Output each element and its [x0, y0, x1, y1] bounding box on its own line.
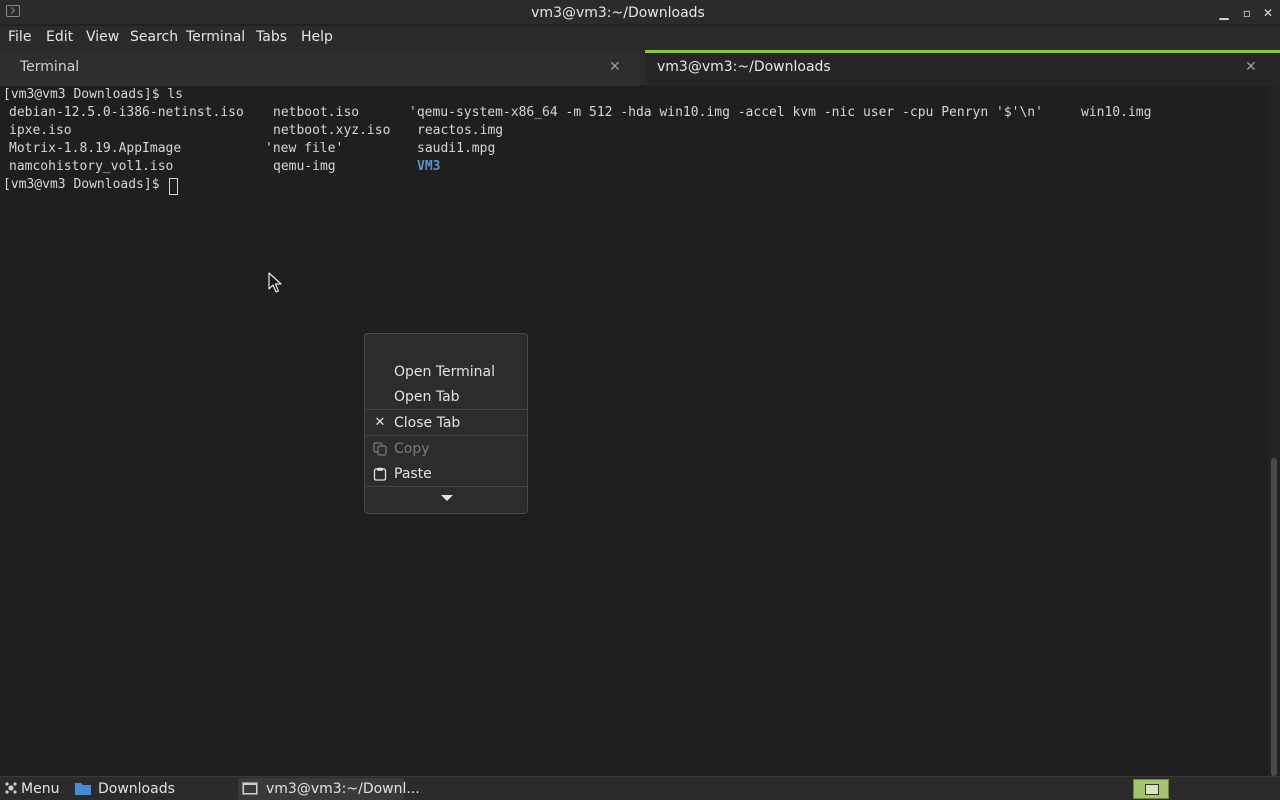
menu-search[interactable]: Search [130, 29, 178, 45]
file-entry: saudi1.mpg [417, 141, 496, 156]
file-entry: Motrix-1.8.19.AppImage [9, 141, 182, 156]
menu-item-label: Paste [394, 466, 432, 482]
file-entry: netboot.xyz.iso [273, 123, 391, 138]
tab-close-icon[interactable]: ✕ [609, 59, 621, 75]
menu-item-open-terminal[interactable]: Open Terminal [365, 361, 527, 385]
menu-edit[interactable]: Edit [46, 29, 73, 45]
folder-icon [75, 783, 91, 795]
file-entry: 'qemu-system-x86_64 -m 512 -hda win10.im… [409, 105, 1043, 120]
menu-file[interactable]: File [8, 29, 31, 45]
menu-item-open-tab[interactable]: Open Tab [365, 386, 527, 410]
file-entry: 'new file' [265, 141, 344, 156]
menu-item-label: Open Tab [394, 389, 460, 405]
show-desktop-button[interactable] [1133, 779, 1169, 799]
file-entry: qemu-img [273, 159, 336, 174]
window-title: vm3@vm3:~/Downloads [531, 5, 705, 21]
mouse-pointer-icon [268, 272, 282, 293]
taskbar-window-button[interactable]: vm3@vm3:~/Downl... [238, 778, 420, 800]
tab-label: Terminal [20, 59, 80, 75]
copy-icon [373, 442, 387, 456]
menu-item-paste[interactable]: Paste [365, 463, 527, 487]
prompt-line: [vm3@vm3 Downloads]$ [3, 177, 168, 192]
menu-view[interactable]: View [86, 29, 119, 45]
context-menu: Open Terminal Open Tab ✕ Close Tab Copy … [364, 333, 528, 514]
paste-icon [373, 467, 387, 481]
title-bar: vm3@vm3:~/Downloads ▁ ▫ ✕ [0, 0, 1280, 25]
menu-logo-icon[interactable] [4, 781, 18, 795]
close-icon: ✕ [374, 415, 386, 430]
menu-item-label: Open Terminal [394, 364, 496, 380]
close-window-button[interactable]: ✕ [1259, 4, 1277, 22]
menu-separator [365, 409, 527, 410]
file-entry: namcohistory_vol1.iso [9, 159, 174, 174]
menu-separator [365, 486, 527, 487]
menu-item-label: Close Tab [394, 415, 461, 431]
menu-item-label: Copy [394, 441, 430, 457]
file-entry: reactos.img [417, 123, 504, 138]
scrollbar-thumb[interactable] [1271, 458, 1277, 776]
tab-label: vm3@vm3:~/Downloads [657, 59, 831, 75]
taskbar-window-label: vm3@vm3:~/Downl... [266, 781, 420, 797]
tab-terminal[interactable]: Terminal ✕ [0, 50, 640, 86]
tab-bar: Terminal ✕ vm3@vm3:~/Downloads ✕ [0, 50, 1280, 86]
file-entry: win10.img [1081, 105, 1152, 120]
tab-downloads[interactable]: vm3@vm3:~/Downloads ✕ [645, 50, 1280, 86]
scroll-down-arrow-icon[interactable] [441, 495, 453, 501]
file-entry: netboot.iso [273, 105, 360, 120]
command-line: [vm3@vm3 Downloads]$ ls [3, 87, 184, 102]
directory-entry: VM3 [417, 159, 441, 174]
vertical-scrollbar[interactable] [1268, 86, 1280, 776]
tab-close-icon[interactable]: ✕ [1245, 59, 1257, 75]
taskbar-downloads-button[interactable]: Downloads [98, 781, 175, 797]
taskbar-menu-button[interactable]: Menu [21, 781, 59, 797]
menu-tabs[interactable]: Tabs [256, 29, 287, 45]
terminal-window-icon [242, 782, 258, 795]
menu-item-close-tab[interactable]: ✕ Close Tab [365, 412, 527, 436]
menu-bar: File Edit View Search Terminal Tabs Help [0, 26, 1280, 50]
menu-terminal[interactable]: Terminal [186, 29, 245, 45]
file-entry: ipxe.iso [9, 123, 72, 138]
minimize-button[interactable]: ▁ [1215, 4, 1233, 22]
terminal-output[interactable]: [vm3@vm3 Downloads]$ ls debian-12.5.0-i3… [0, 86, 1268, 776]
menu-separator [365, 435, 527, 436]
file-entry: debian-12.5.0-i386-netinst.iso [9, 105, 244, 120]
text-cursor [169, 178, 178, 195]
menu-help[interactable]: Help [301, 29, 333, 45]
menu-item-copy: Copy [365, 438, 527, 462]
taskbar: Menu Downloads vm3@vm3:~/Downl... [0, 776, 1280, 800]
maximize-button[interactable]: ▫ [1238, 4, 1256, 22]
